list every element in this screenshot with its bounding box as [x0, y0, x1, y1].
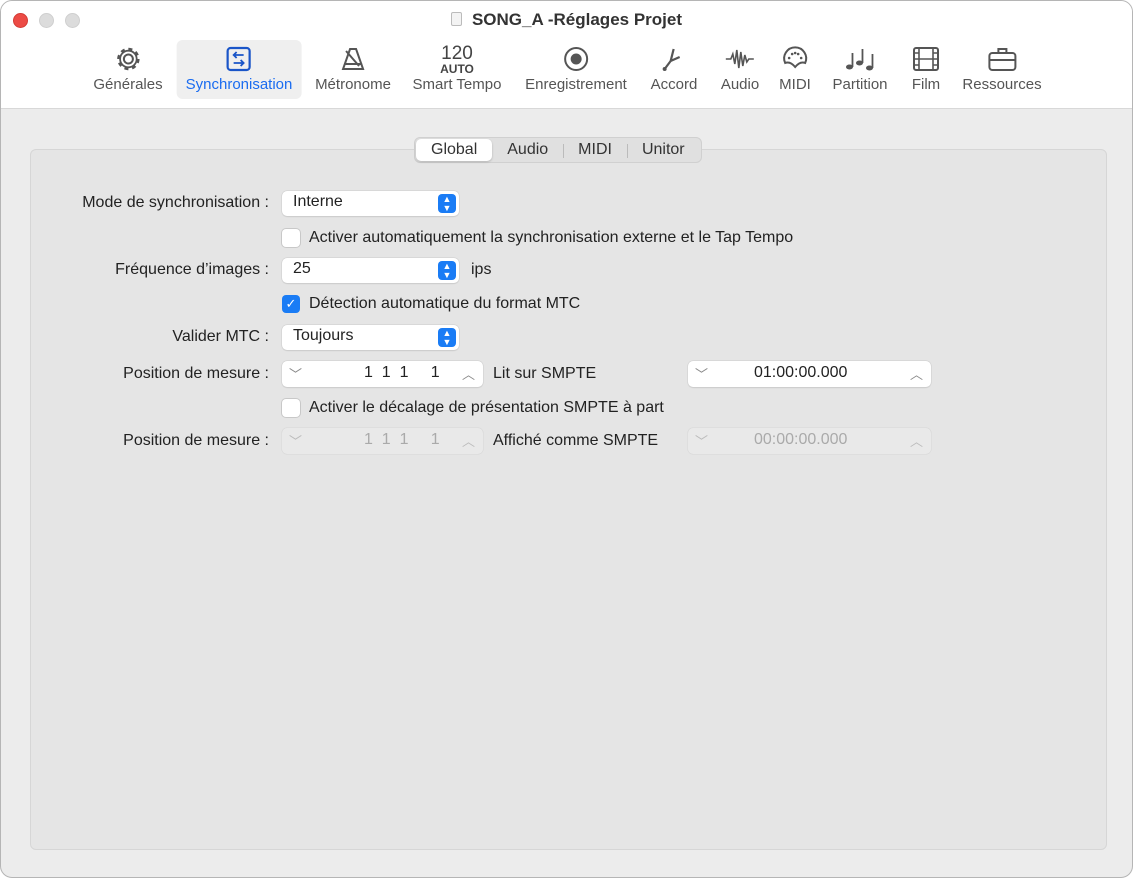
- plays-at-smpte-stepper[interactable]: ﹀ 01:00:00.000 ︿: [688, 361, 931, 387]
- midi-port-icon: [779, 40, 811, 78]
- notes-icon: [832, 40, 887, 78]
- validate-mtc-popup[interactable]: Toujours ▲ ▼: [282, 325, 459, 350]
- toolbar-label: Accord: [650, 76, 698, 93]
- sync-mode-popup[interactable]: Interne ▲ ▼: [282, 191, 459, 216]
- toolbar-item-partition[interactable]: Partition: [823, 40, 896, 99]
- tab-unitor[interactable]: Unitor: [626, 139, 700, 161]
- toolbar-label: Film: [911, 76, 941, 93]
- displayed-as-smpte-label: Affiché comme SMPTE: [493, 432, 659, 449]
- toolbar-label: Partition: [832, 76, 888, 93]
- tab-audio[interactable]: Audio: [492, 139, 563, 161]
- document-icon: [450, 12, 462, 26]
- sync-arrows-icon: [186, 40, 293, 78]
- chevron-down-icon[interactable]: ﹀: [695, 364, 708, 383]
- chevron-up-icon[interactable]: ︿: [910, 364, 923, 383]
- validate-mtc-value: Toujours: [293, 327, 354, 344]
- title-text: SONG_A -Réglages Projet: [471, 10, 683, 29]
- toolbar-label: Smart Tempo: [412, 76, 502, 93]
- tempo-number: 120: [441, 42, 473, 64]
- bar-position2-label: Position de mesure :: [123, 432, 269, 449]
- toolbar-item-audio[interactable]: Audio: [712, 40, 768, 99]
- tab-bar: Global Audio MIDI Unitor: [414, 137, 702, 163]
- separate-offset-label: Activer le décalage de présentation SMPT…: [309, 399, 664, 416]
- chevron-up-icon: ︿: [461, 434, 475, 449]
- displayed-as-smpte-value: 00:00:00.000: [754, 431, 848, 448]
- metronome-icon: [315, 40, 391, 78]
- chevron-updown-icon: ▲ ▼: [438, 261, 456, 280]
- frame-rate-value: 25: [293, 260, 311, 277]
- displayed-as-smpte-stepper: ﹀ 00:00:00.000 ︿: [688, 428, 931, 454]
- toolbar-item-ressources[interactable]: Ressources: [953, 40, 1050, 99]
- toolbar-label: MIDI: [779, 76, 811, 93]
- toolbar-label: Métronome: [315, 76, 391, 93]
- toolbar-item-film[interactable]: Film: [902, 40, 950, 99]
- validate-mtc-label: Valider MTC :: [172, 328, 269, 345]
- chevron-down-icon: ﹀: [695, 434, 709, 449]
- chevron-down-icon: ﹀: [289, 434, 303, 449]
- toolbar-item-smart-tempo[interactable]: 120 AUTO Smart Tempo: [404, 40, 511, 99]
- plays-at-smpte-value: 01:00:00.000: [754, 364, 848, 381]
- film-icon: [911, 40, 941, 78]
- waveform-icon: [721, 40, 759, 78]
- toolbar-label: Enregistrement: [525, 76, 627, 93]
- record-icon: [525, 40, 627, 78]
- frame-rate-label: Fréquence d’images :: [115, 261, 269, 278]
- toolbar-label: Générales: [93, 76, 163, 93]
- project-settings-window: SONG_A -Réglages Projet Générales Synchr…: [0, 0, 1133, 878]
- toolbar-item-enregistrement[interactable]: Enregistrement: [516, 40, 636, 99]
- toolbar-item-synchronisation[interactable]: Synchronisation: [176, 40, 302, 99]
- chevron-up-icon: ︿: [909, 434, 923, 449]
- toolbar-item-accord[interactable]: Accord: [642, 40, 707, 99]
- frame-rate-unit: ips: [471, 261, 492, 278]
- plays-at-smpte-label: Lit sur SMPTE: [493, 365, 597, 382]
- auto-external-sync-checkbox[interactable]: [282, 229, 300, 247]
- gear-icon: [93, 40, 162, 78]
- bar-position-stepper[interactable]: ﹀ 1 1 1 1 ︿: [282, 361, 483, 387]
- toolbar-item-metronome[interactable]: Métronome: [306, 40, 400, 99]
- auto-mtc-checkbox[interactable]: ✓: [282, 295, 300, 313]
- window-title: SONG_A -Réglages Projet: [1, 10, 1132, 30]
- tempo-auto: AUTO: [440, 61, 474, 76]
- tab-midi[interactable]: MIDI: [563, 139, 627, 161]
- auto-external-sync-label: Activer automatiquement la synchronisati…: [309, 229, 794, 246]
- auto-mtc-label: Détection automatique du format MTC: [309, 295, 581, 312]
- sync-mode-value: Interne: [293, 193, 343, 210]
- toolbar-label: Ressources: [962, 76, 1042, 93]
- tab-global[interactable]: Global: [416, 139, 493, 161]
- sync-mode-label: Mode de synchronisation :: [82, 194, 269, 211]
- tempo-icon: 120 AUTO: [413, 40, 502, 78]
- chevron-updown-icon: ▲ ▼: [438, 194, 456, 213]
- chevron-updown-icon: ▲ ▼: [438, 328, 456, 347]
- bar-position-label: Position de mesure :: [123, 365, 269, 382]
- toolbar-item-generales[interactable]: Générales: [84, 40, 171, 99]
- toolbar-item-midi[interactable]: MIDI: [770, 40, 820, 99]
- tuning-fork-icon: [651, 40, 698, 78]
- bar-position-value: 1 1 1 1: [364, 364, 440, 381]
- toolbar-label: Audio: [720, 76, 760, 93]
- toolbar-label: Synchronisation: [185, 76, 293, 93]
- chevron-up-icon[interactable]: ︿: [462, 364, 475, 383]
- separate-offset-checkbox[interactable]: [282, 399, 300, 417]
- frame-rate-popup[interactable]: 25 ▲ ▼: [282, 258, 459, 283]
- bar-position2-stepper: ﹀ 1 1 1 1 ︿: [282, 428, 483, 454]
- briefcase-icon: [962, 40, 1041, 78]
- chevron-down-icon[interactable]: ﹀: [289, 364, 302, 383]
- toolbar: SONG_A -Réglages Projet Générales Synchr…: [1, 1, 1132, 109]
- bar-position2-value: 1 1 1 1: [364, 431, 440, 448]
- settings-panel: [30, 149, 1107, 850]
